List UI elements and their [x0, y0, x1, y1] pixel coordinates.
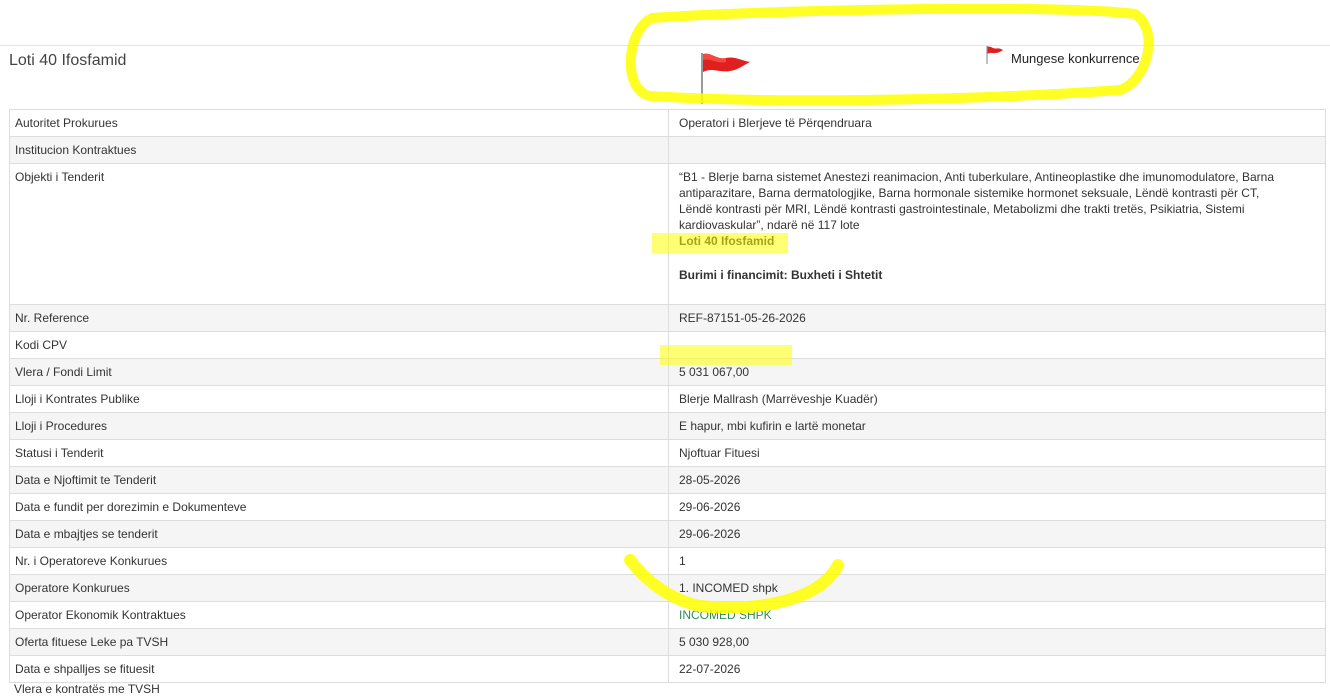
row-label: Autoritet Prokurues: [9, 109, 669, 137]
cut-off-row-label: Vlera e kontratës me TVSH: [14, 682, 160, 696]
table-row: Autoritet Prokurues Operatori i Blerjeve…: [9, 109, 1326, 137]
row-value: 5 030 928,00: [668, 628, 1326, 656]
table-row: Data e fundit per dorezimin e Dokumentev…: [9, 493, 1326, 521]
table-row: Statusi i Tenderit Njoftuar Fituesi: [9, 439, 1326, 467]
row-value: REF-87151-05-26-2026: [668, 304, 1326, 332]
table-row: Kodi CPV: [9, 331, 1326, 359]
row-value: [668, 331, 1326, 359]
contracted-operator-link[interactable]: INCOMED SHPK: [679, 608, 772, 622]
row-label: Data e fundit per dorezimin e Dokumentev…: [9, 493, 669, 521]
red-flag-small-icon: [986, 46, 1003, 64]
row-label: Data e mbajtjes se tenderit: [9, 520, 669, 548]
row-label: Nr. i Operatoreve Konkurues: [9, 547, 669, 575]
table-row: Data e Njoftimit te Tenderit 28-05-2026: [9, 466, 1326, 494]
row-value: 1: [668, 547, 1326, 575]
row-label: Operator Ekonomik Kontraktues: [9, 601, 669, 629]
table-row: Lloji i Procedures E hapur, mbi kufirin …: [9, 412, 1326, 440]
lot-name: Loti 40 Ifosfamid: [679, 234, 775, 248]
table-row: Vlera / Fondi Limit 5 031 067,00: [9, 358, 1326, 386]
table-row: Institucion Kontraktues: [9, 136, 1326, 164]
row-label: Lloji i Procedures: [9, 412, 669, 440]
row-label: Institucion Kontraktues: [9, 136, 669, 164]
tender-object-cell: “B1 - Blerje barna sistemet Anestezi rea…: [668, 163, 1326, 305]
red-flag-icon: [701, 53, 750, 104]
row-value: 22-07-2026: [668, 655, 1326, 683]
tender-details-table: Autoritet Prokurues Operatori i Blerjeve…: [9, 109, 1326, 683]
competition-flag-label: Mungese konkurrence: [1011, 51, 1140, 66]
row-value: 29-06-2026: [668, 493, 1326, 521]
table-row: Operatore Konkurues 1. INCOMED shpk: [9, 574, 1326, 602]
row-label: Data e shpalljes se fituesit: [9, 655, 669, 683]
row-value: 28-05-2026: [668, 466, 1326, 494]
row-label: Objekti i Tenderit: [9, 163, 669, 305]
row-value: 1. INCOMED shpk: [668, 574, 1326, 602]
row-label: Operatore Konkurues: [9, 574, 669, 602]
table-row: Data e shpalljes se fituesit 22-07-2026: [9, 655, 1326, 683]
row-value: Njoftuar Fituesi: [668, 439, 1326, 467]
row-label: Lloji i Kontrates Publike: [9, 385, 669, 413]
table-row: Lloji i Kontrates Publike Blerje Mallras…: [9, 385, 1326, 413]
page-title: Loti 40 Ifosfamid: [9, 52, 127, 69]
row-label: Nr. Reference: [9, 304, 669, 332]
row-value: E hapur, mbi kufirin e lartë monetar: [668, 412, 1326, 440]
row-label: Kodi CPV: [9, 331, 669, 359]
row-label: Data e Njoftimit te Tenderit: [9, 466, 669, 494]
table-row: Nr. i Operatoreve Konkurues 1: [9, 547, 1326, 575]
row-value: Blerje Mallrash (Marrëveshje Kuadër): [668, 385, 1326, 413]
table-row: Objekti i Tenderit “B1 - Blerje barna si…: [9, 163, 1326, 305]
table-row: Data e mbajtjes se tenderit 29-06-2026: [9, 520, 1326, 548]
table-row: Nr. Reference REF-87151-05-26-2026: [9, 304, 1326, 332]
row-label: Statusi i Tenderit: [9, 439, 669, 467]
row-label: Oferta fituese Leke pa TVSH: [9, 628, 669, 656]
table-row: Oferta fituese Leke pa TVSH 5 030 928,00: [9, 628, 1326, 656]
top-divider: [0, 45, 1330, 46]
row-value: 5 031 067,00: [668, 358, 1326, 386]
funding-source: Burimi i financimit: Buxheti i Shtetit: [679, 268, 883, 282]
row-value: Operatori i Blerjeve të Përqendruara: [668, 109, 1326, 137]
tender-description: “B1 - Blerje barna sistemet Anestezi rea…: [679, 170, 1274, 232]
table-row: Operator Ekonomik Kontraktues INCOMED SH…: [9, 601, 1326, 629]
row-value: [668, 136, 1326, 164]
row-label: Vlera / Fondi Limit: [9, 358, 669, 386]
row-value: 29-06-2026: [668, 520, 1326, 548]
